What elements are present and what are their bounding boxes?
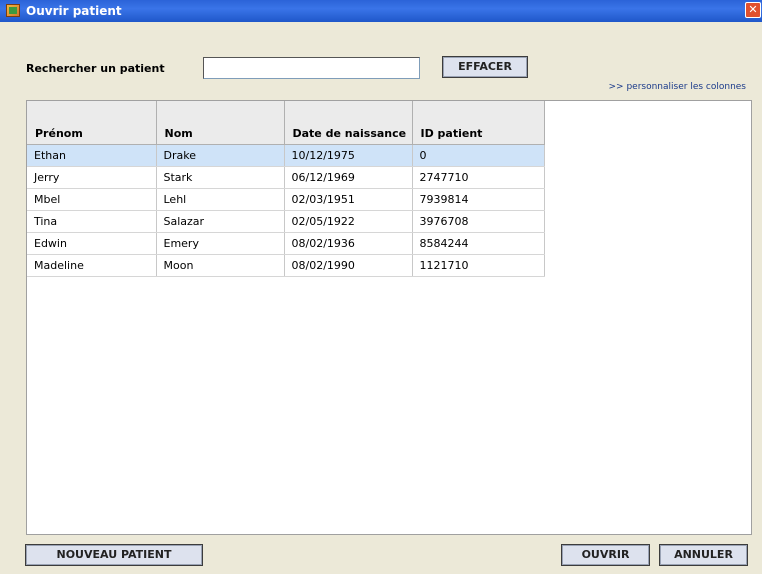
cell-patient-id: 1121710 bbox=[412, 254, 545, 277]
cell-patient-id: 2747710 bbox=[412, 166, 545, 189]
cell-last-name: Lehl bbox=[156, 188, 285, 211]
cell-first-name: Ethan bbox=[27, 144, 157, 167]
open-button[interactable]: OUVRIR bbox=[561, 544, 650, 566]
cell-patient-id: 3976708 bbox=[412, 210, 545, 233]
cell-first-name: Edwin bbox=[27, 232, 157, 255]
table-row[interactable]: Ethan Drake 10/12/1975 0 bbox=[27, 144, 545, 167]
new-patient-button[interactable]: NOUVEAU PATIENT bbox=[25, 544, 203, 566]
cancel-button[interactable]: ANNULER bbox=[659, 544, 748, 566]
column-header-last-name[interactable]: Nom bbox=[156, 101, 285, 145]
column-header-patient-id[interactable]: ID patient bbox=[412, 101, 545, 145]
cell-patient-id: 7939814 bbox=[412, 188, 545, 211]
cell-last-name: Salazar bbox=[156, 210, 285, 233]
cell-last-name: Emery bbox=[156, 232, 285, 255]
customize-columns-link[interactable]: >> personnaliser les colonnes bbox=[609, 82, 746, 92]
patient-list-panel[interactable]: Prénom Nom Date de naissance ID patient … bbox=[26, 100, 752, 535]
cell-first-name: Madeline bbox=[27, 254, 157, 277]
cell-birth-date: 06/12/1969 bbox=[284, 166, 413, 189]
table-row[interactable]: Jerry Stark 06/12/1969 2747710 bbox=[27, 166, 545, 189]
title-bar: Ouvrir patient ✕ bbox=[0, 0, 762, 22]
search-label: Rechercher un patient bbox=[26, 62, 165, 75]
cell-patient-id: 8584244 bbox=[412, 232, 545, 255]
cell-birth-date: 02/03/1951 bbox=[284, 188, 413, 211]
clear-button[interactable]: EFFACER bbox=[442, 56, 528, 78]
app-icon bbox=[6, 4, 20, 17]
cell-birth-date: 10/12/1975 bbox=[284, 144, 413, 167]
cell-birth-date: 08/02/1936 bbox=[284, 232, 413, 255]
table-row[interactable]: Edwin Emery 08/02/1936 8584244 bbox=[27, 232, 545, 255]
window-title: Ouvrir patient bbox=[26, 4, 122, 18]
cell-birth-date: 08/02/1990 bbox=[284, 254, 413, 277]
cell-last-name: Drake bbox=[156, 144, 285, 167]
column-header-first-name[interactable]: Prénom bbox=[27, 101, 157, 145]
column-header-birth-date[interactable]: Date de naissance bbox=[284, 101, 413, 145]
cell-last-name: Moon bbox=[156, 254, 285, 277]
patient-table: Prénom Nom Date de naissance ID patient … bbox=[27, 101, 545, 277]
cell-first-name: Tina bbox=[27, 210, 157, 233]
table-row[interactable]: Mbel Lehl 02/03/1951 7939814 bbox=[27, 188, 545, 211]
table-row[interactable]: Tina Salazar 02/05/1922 3976708 bbox=[27, 210, 545, 233]
cell-patient-id: 0 bbox=[412, 144, 545, 167]
table-row[interactable]: Madeline Moon 08/02/1990 1121710 bbox=[27, 254, 545, 277]
cell-first-name: Jerry bbox=[27, 166, 157, 189]
cell-first-name: Mbel bbox=[27, 188, 157, 211]
search-input[interactable] bbox=[203, 57, 420, 79]
table-header-row: Prénom Nom Date de naissance ID patient bbox=[27, 101, 545, 145]
close-icon[interactable]: ✕ bbox=[745, 2, 761, 18]
cell-birth-date: 02/05/1922 bbox=[284, 210, 413, 233]
cell-last-name: Stark bbox=[156, 166, 285, 189]
